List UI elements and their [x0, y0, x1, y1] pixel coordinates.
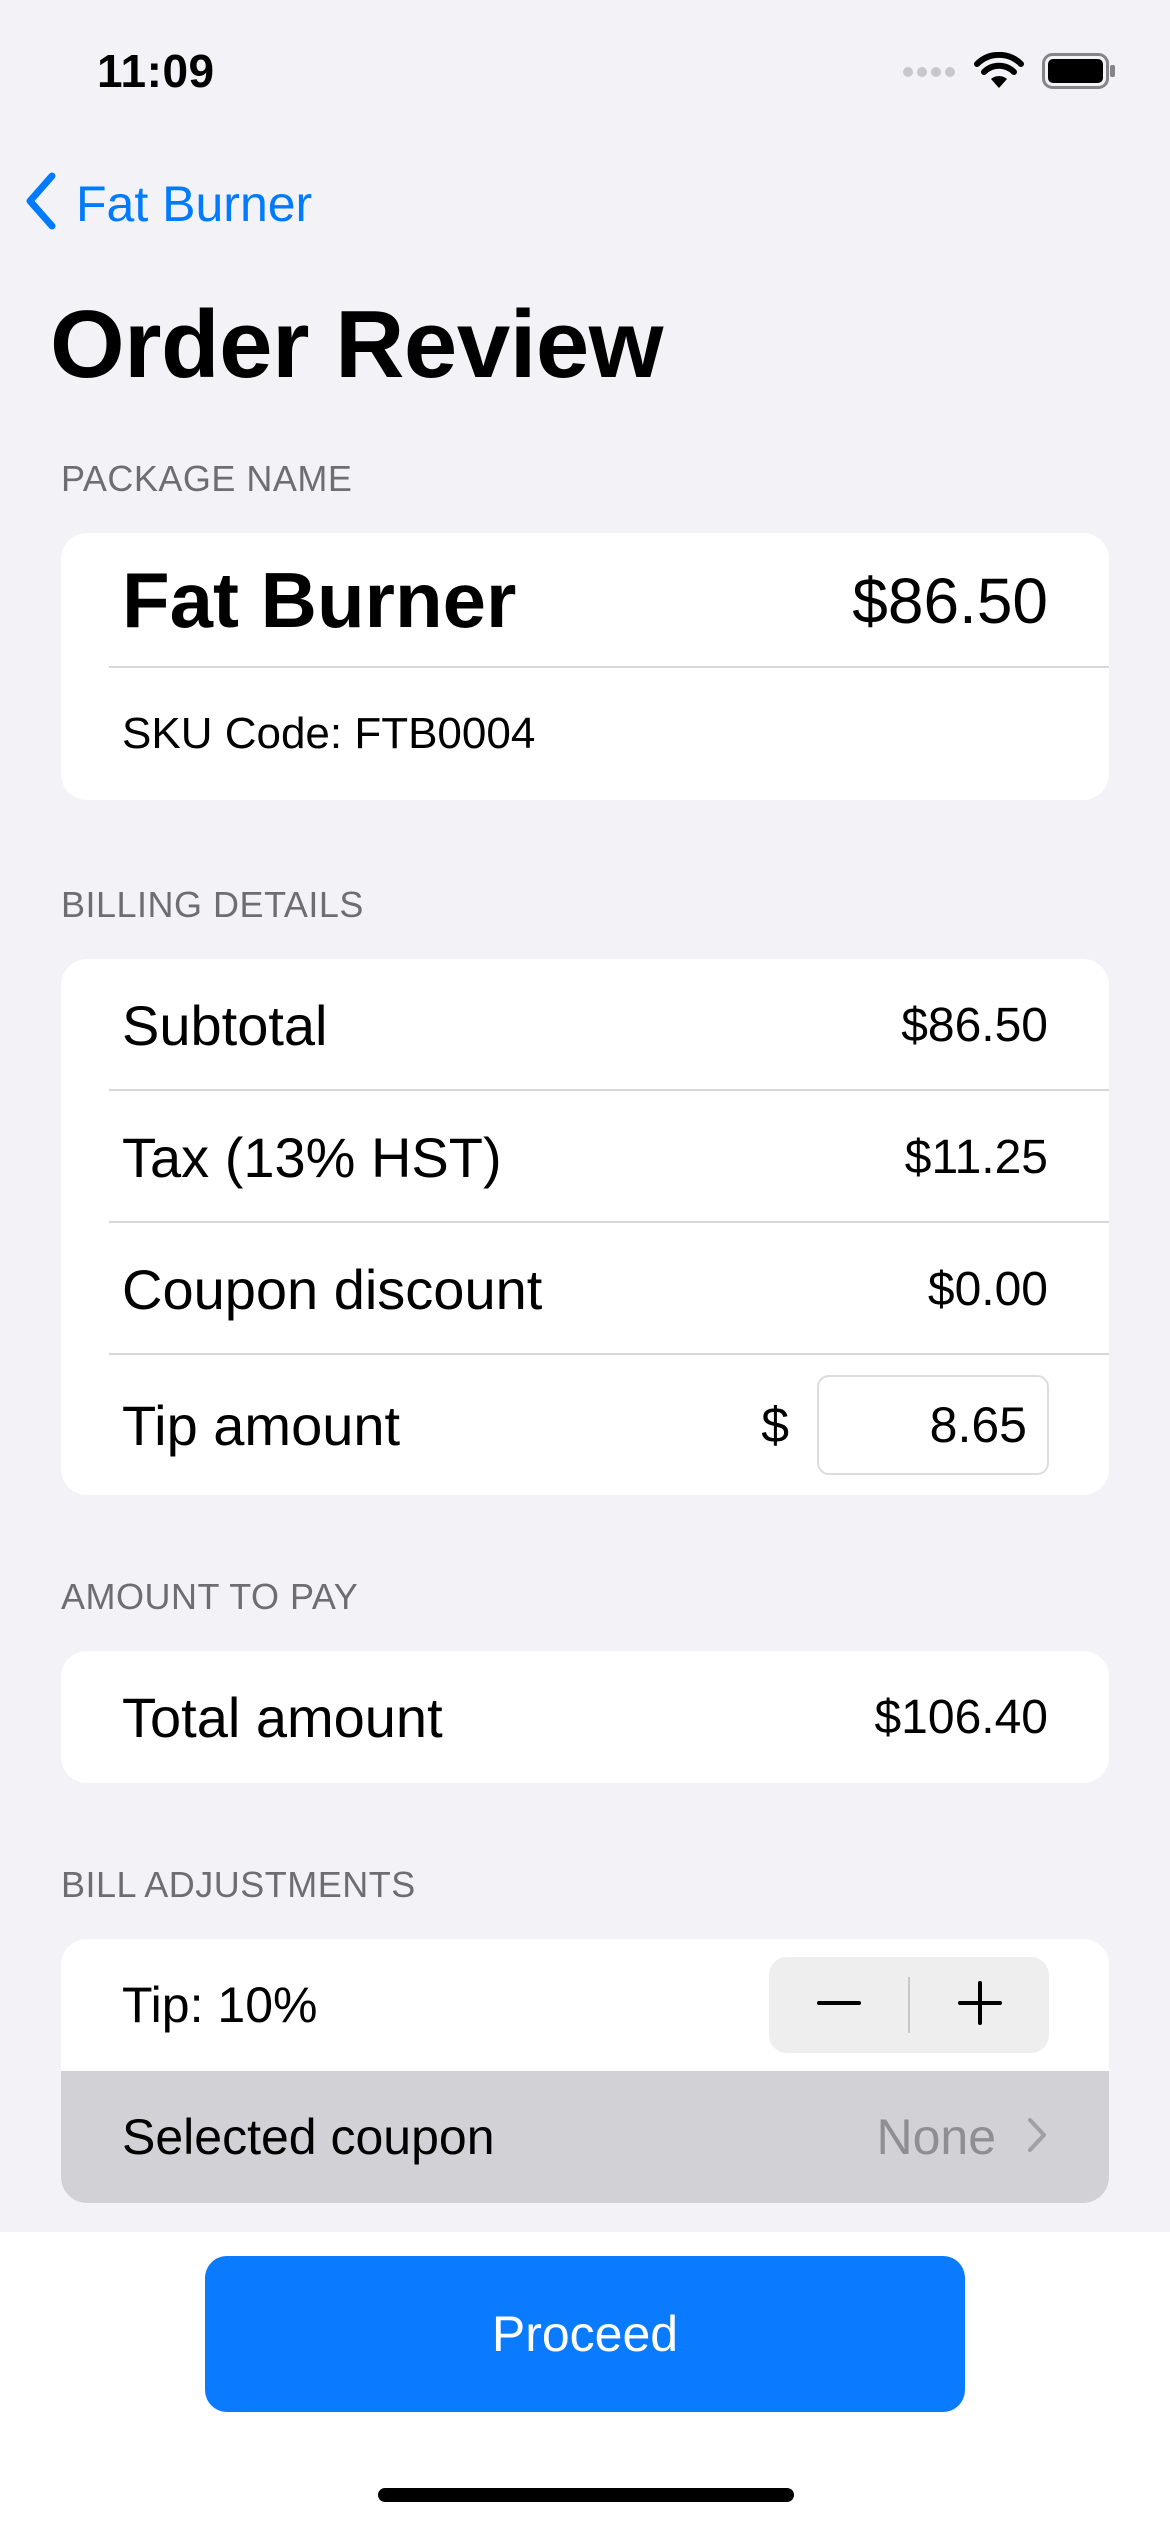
tip-amount-input[interactable] [817, 1375, 1049, 1475]
total-amount-row: Total amount $106.40 [61, 1651, 1109, 1783]
tax-row: Tax (13% HST) $11.25 [61, 1091, 1109, 1223]
tax-value: $11.25 [904, 1130, 1048, 1184]
chevron-left-icon [24, 172, 58, 235]
tip-stepper[interactable] [769, 1957, 1049, 2053]
coupon-discount-row: Coupon discount $0.00 [61, 1223, 1109, 1355]
cellular-dots-icon [902, 65, 956, 83]
tip-percent-label: Tip: 10% [122, 1977, 318, 2033]
amount-group: Total amount $106.40 [61, 1651, 1109, 1783]
total-amount-label: Total amount [122, 1685, 443, 1749]
package-group: Fat Burner $86.50 SKU Code: FTB0004 [61, 533, 1109, 800]
section-header-package: PACKAGE NAME [61, 458, 353, 499]
tip-percent-row: Tip: 10% [61, 1939, 1109, 2071]
status-time: 11:09 [97, 45, 215, 97]
section-header-billing: BILLING DETAILS [61, 884, 364, 925]
package-price: $86.50 [852, 564, 1048, 637]
back-button[interactable]: Fat Burner [24, 172, 312, 235]
tip-currency-symbol: $ [761, 1397, 789, 1453]
increment-button[interactable] [910, 1957, 1049, 2053]
section-header-adjustments: BILL ADJUSTMENTS [61, 1864, 416, 1905]
decrement-button[interactable] [769, 1957, 908, 2053]
coupon-discount-label: Coupon discount [122, 1257, 543, 1321]
status-bar: 11:09 [0, 0, 1170, 150]
subtotal-label: Subtotal [122, 993, 328, 1057]
coupon-discount-value: $0.00 [927, 1262, 1048, 1316]
package-name-row: Fat Burner $86.50 [61, 533, 1109, 668]
billing-group: Subtotal $86.50 Tax (13% HST) $11.25 Cou… [61, 959, 1109, 1495]
selected-coupon-row[interactable]: Selected coupon None [61, 2071, 1109, 2203]
selected-coupon-detail: None [876, 2108, 1048, 2166]
battery-icon [1042, 53, 1116, 94]
subtotal-row: Subtotal $86.50 [61, 959, 1109, 1091]
status-icons [902, 51, 1116, 95]
page-title: Order Review [50, 291, 663, 398]
minus-icon [816, 1981, 861, 2030]
sku-row: SKU Code: FTB0004 [61, 668, 1109, 800]
plus-icon [957, 1980, 1002, 2030]
bottom-action-bar: Proceed [0, 2232, 1170, 2532]
package-name: Fat Burner [122, 556, 517, 644]
back-button-label: Fat Burner [76, 175, 313, 232]
chevron-right-icon [1026, 2116, 1048, 2159]
total-amount-value: $106.40 [874, 1690, 1048, 1744]
proceed-button[interactable]: Proceed [205, 2256, 965, 2412]
tip-amount-row: Tip amount $ [61, 1355, 1109, 1495]
selected-coupon-label: Selected coupon [122, 2109, 495, 2165]
section-header-amount: AMOUNT TO PAY [61, 1576, 359, 1617]
tip-amount-label: Tip amount [122, 1393, 401, 1457]
tax-label: Tax (13% HST) [122, 1125, 502, 1189]
subtotal-value: $86.50 [901, 998, 1048, 1052]
adjustments-group: Tip: 10% Selected coupon None [61, 1939, 1109, 2203]
tip-amount-controls: $ [761, 1375, 1049, 1475]
home-indicator [378, 2488, 794, 2502]
sku-code: SKU Code: FTB0004 [122, 709, 536, 758]
selected-coupon-value: None [876, 2109, 996, 2165]
wifi-icon [974, 51, 1024, 95]
